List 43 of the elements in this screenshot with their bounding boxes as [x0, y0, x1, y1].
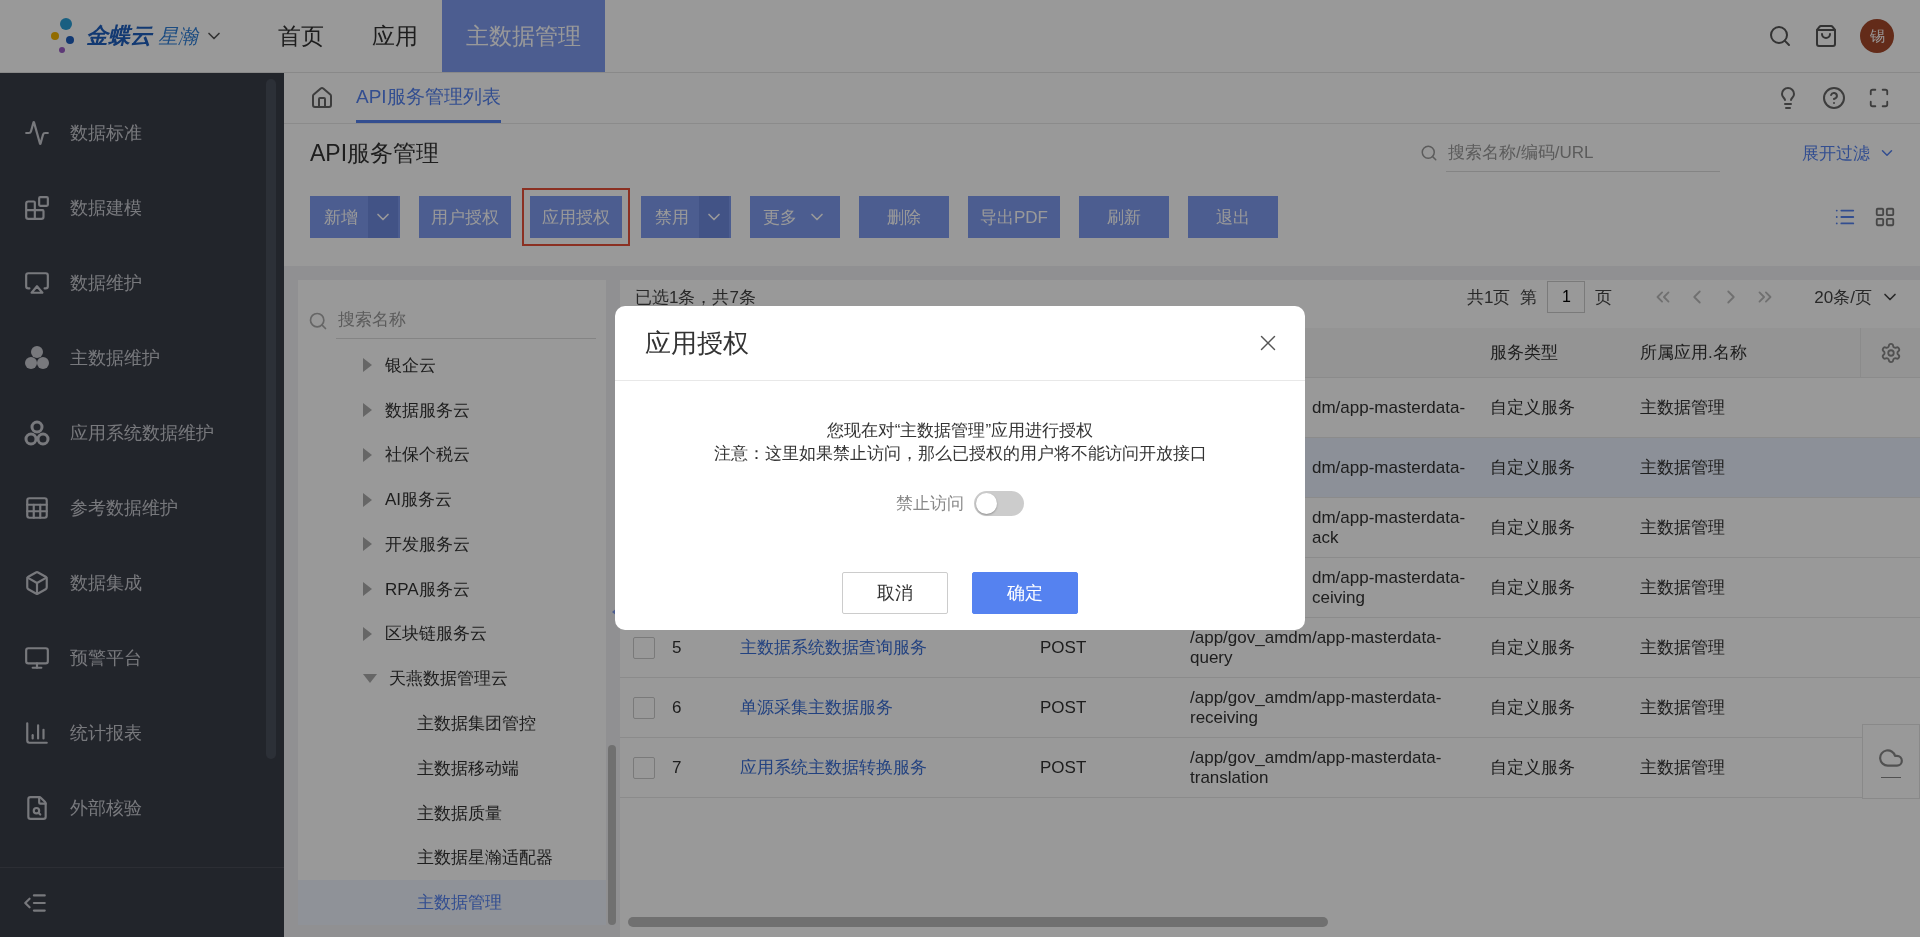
table-cell-text: 主数据管理: [1640, 637, 1726, 659]
table-cell-text: POST: [1040, 637, 1088, 658]
table-cell-text: 主数据管理: [1640, 757, 1726, 779]
table-cell-text: 自定义服务: [1490, 697, 1576, 719]
table-cell-text: 主数据管理: [1640, 397, 1726, 419]
product-name: 星瀚: [158, 23, 198, 49]
url-text: dm/app-masterdata-: [1311, 457, 1467, 478]
url-text: ack: [1311, 527, 1340, 548]
row-number: 5: [672, 637, 683, 658]
page-title: API服务管理: [310, 138, 440, 168]
url-text: /app/gov_amdm/app-masterdata-: [1190, 687, 1443, 708]
table-cell-text: POST: [1040, 697, 1088, 718]
url-text: translation: [1190, 767, 1270, 788]
table-cell-text: 自定义服务: [1490, 757, 1576, 779]
table-cell-text: POST: [1040, 757, 1088, 778]
url-text: dm/app-masterdata-: [1311, 397, 1467, 418]
url-text: receiving: [1190, 707, 1260, 728]
page-label: 第: [1520, 286, 1538, 309]
selection-summary: 已选1条，共7条: [635, 286, 756, 309]
table-cell-text: 主数据管理: [1640, 517, 1726, 539]
table-cell-text: 主数据管理: [1640, 457, 1726, 479]
table-cell-text: 自定义服务: [1490, 637, 1576, 659]
dialog-note: 注意：这里如果禁止访问，那么已授权的用户将不能访问开放接口: [713, 443, 1207, 465]
url-text: /app/gov_amdm/app-masterdata-: [1190, 747, 1443, 768]
dialog-message: 您现在对“主数据管理”应用进行授权: [826, 420, 1094, 442]
row-number: 6: [672, 697, 683, 718]
url-text: dm/app-masterdata-: [1311, 507, 1467, 528]
table-cell-text: 自定义服务: [1490, 517, 1576, 539]
page-count: 共1页: [1466, 286, 1511, 309]
page-label: 页: [1595, 286, 1613, 309]
url-text: query: [1190, 647, 1234, 668]
dialog-title: 应用授权: [645, 326, 749, 360]
table-cell-text: 自定义服务: [1490, 457, 1576, 479]
url-text: dm/app-masterdata-: [1311, 567, 1467, 588]
toggle-label: 禁止访问: [896, 493, 964, 515]
url-text: /app/gov_amdm/app-masterdata-: [1190, 627, 1443, 648]
table-cell-text: 主数据管理: [1640, 697, 1726, 719]
brand-name: 金蝶云: [86, 22, 152, 50]
table-cell-text: 自定义服务: [1490, 397, 1576, 419]
url-text: ceiving: [1311, 587, 1366, 608]
table-cell-text: 自定义服务: [1490, 577, 1576, 599]
row-number: 7: [672, 757, 683, 778]
table-cell-text: 主数据管理: [1640, 577, 1726, 599]
